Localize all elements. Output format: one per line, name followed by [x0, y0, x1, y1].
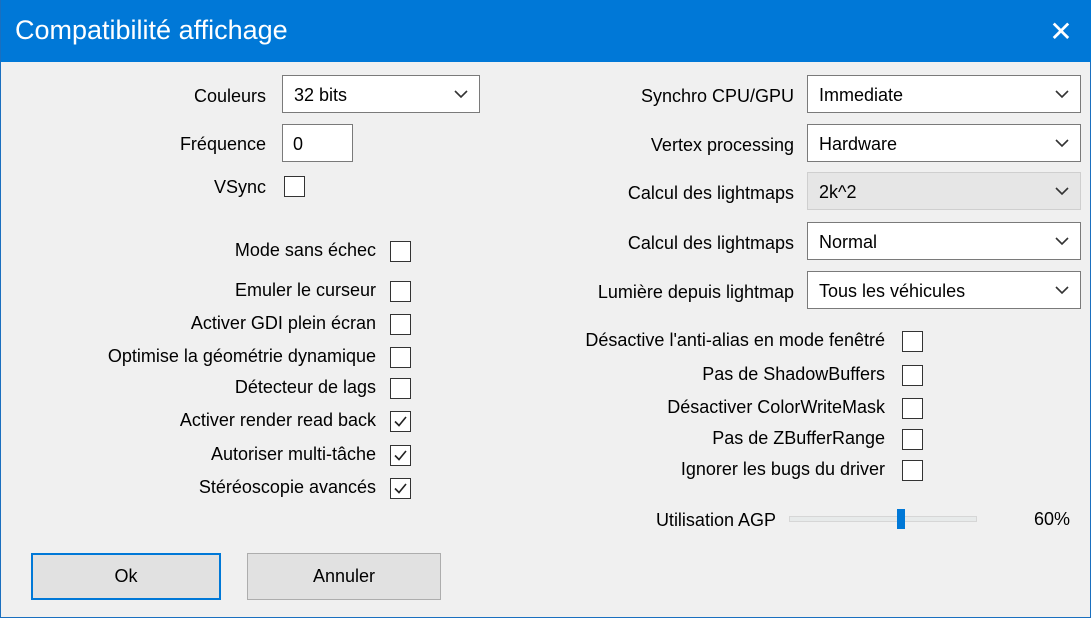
- right-select-label: Lumière depuis lightmap: [597, 282, 794, 302]
- checkmark-icon: [394, 416, 407, 427]
- agp-slider-track[interactable]: [789, 516, 977, 522]
- chevron-down-icon: [1055, 286, 1069, 295]
- frequence-input[interactable]: 0: [282, 124, 353, 162]
- right-option-checkbox[interactable]: [902, 398, 923, 419]
- right-option-label: Pas de ShadowBuffers: [702, 364, 885, 384]
- right-select[interactable]: Hardware: [807, 124, 1081, 162]
- left-option-label: Mode sans échec: [234, 240, 376, 260]
- right-select-value: Normal: [819, 232, 878, 252]
- right-select-label: Synchro CPU/GPU: [640, 86, 794, 106]
- left-option-checkbox[interactable]: [390, 378, 411, 399]
- frequence-label: Fréquence: [179, 134, 266, 154]
- left-option-checkbox[interactable]: [390, 281, 411, 302]
- left-option-label: Stéréoscopie avancés: [198, 477, 376, 497]
- left-option-label: Activer GDI plein écran: [190, 313, 376, 333]
- right-option-checkbox[interactable]: [902, 429, 923, 450]
- chevron-down-icon: [1055, 139, 1069, 148]
- right-select-label: Vertex processing: [650, 135, 794, 155]
- right-option-checkbox[interactable]: [902, 460, 923, 481]
- right-select[interactable]: Immediate: [807, 75, 1081, 113]
- chevron-down-icon: [1055, 237, 1069, 246]
- vsync-label: VSync: [213, 177, 266, 197]
- right-select[interactable]: Tous les véhicules: [807, 271, 1081, 309]
- checkmark-icon: [394, 483, 407, 494]
- left-option-checkbox[interactable]: [390, 241, 411, 262]
- close-icon: ✕: [1049, 15, 1073, 47]
- left-option-label: Détecteur de lags: [234, 377, 376, 397]
- left-option-checkbox[interactable]: [390, 478, 411, 499]
- ok-button-label: Ok: [114, 566, 138, 586]
- left-option-checkbox[interactable]: [390, 347, 411, 368]
- chevron-down-icon: [454, 90, 468, 99]
- right-option-label: Ignorer les bugs du driver: [680, 459, 885, 479]
- left-option-label: Autoriser multi-tâche: [210, 444, 376, 464]
- window-title: Compatibilité affichage: [15, 15, 288, 45]
- chevron-down-icon: [1055, 90, 1069, 99]
- right-select-value: Hardware: [819, 134, 898, 154]
- dialog-window: Compatibilité affichage ✕ Couleurs 32 bi…: [0, 0, 1091, 618]
- right-select-value: Tous les véhicules: [819, 281, 966, 301]
- couleurs-label: Couleurs: [193, 86, 266, 106]
- right-select-label: Calcul des lightmaps: [627, 233, 794, 253]
- right-option-checkbox[interactable]: [902, 331, 923, 352]
- couleurs-value: 32 bits: [294, 85, 348, 105]
- right-select-value: 2k^2: [819, 182, 857, 202]
- title-bar[interactable]: Compatibilité affichage ✕: [1, 0, 1091, 62]
- agp-slider-thumb[interactable]: [897, 509, 905, 529]
- right-select-label: Calcul des lightmaps: [627, 183, 794, 203]
- close-button[interactable]: ✕: [1030, 0, 1091, 62]
- right-select[interactable]: Normal: [807, 222, 1081, 260]
- right-option-label: Pas de ZBufferRange: [712, 428, 885, 448]
- left-option-label: Optimise la géométrie dynamique: [107, 346, 376, 366]
- right-select: 2k^2: [807, 172, 1081, 210]
- agp-value: 60%: [1033, 509, 1070, 529]
- cancel-button[interactable]: Annuler: [247, 553, 441, 600]
- left-option-label: Emuler le curseur: [234, 280, 376, 300]
- left-option-checkbox[interactable]: [390, 314, 411, 335]
- right-option-checkbox[interactable]: [902, 365, 923, 386]
- left-option-checkbox[interactable]: [390, 411, 411, 432]
- left-option-label: Activer render read back: [179, 410, 376, 430]
- cancel-button-label: Annuler: [312, 566, 376, 586]
- agp-label: Utilisation AGP: [655, 510, 776, 530]
- vsync-checkbox[interactable]: [284, 176, 305, 197]
- chevron-down-icon: [1055, 187, 1069, 196]
- frequence-value: 0: [293, 134, 304, 154]
- left-option-checkbox[interactable]: [390, 445, 411, 466]
- ok-button[interactable]: Ok: [31, 553, 221, 600]
- right-option-label: Désactiver ColorWriteMask: [667, 397, 885, 417]
- checkmark-icon: [394, 450, 407, 461]
- right-select-value: Immediate: [819, 85, 904, 105]
- right-option-label: Désactive l'anti-alias en mode fenêtré: [585, 330, 885, 350]
- couleurs-select[interactable]: 32 bits: [282, 75, 480, 113]
